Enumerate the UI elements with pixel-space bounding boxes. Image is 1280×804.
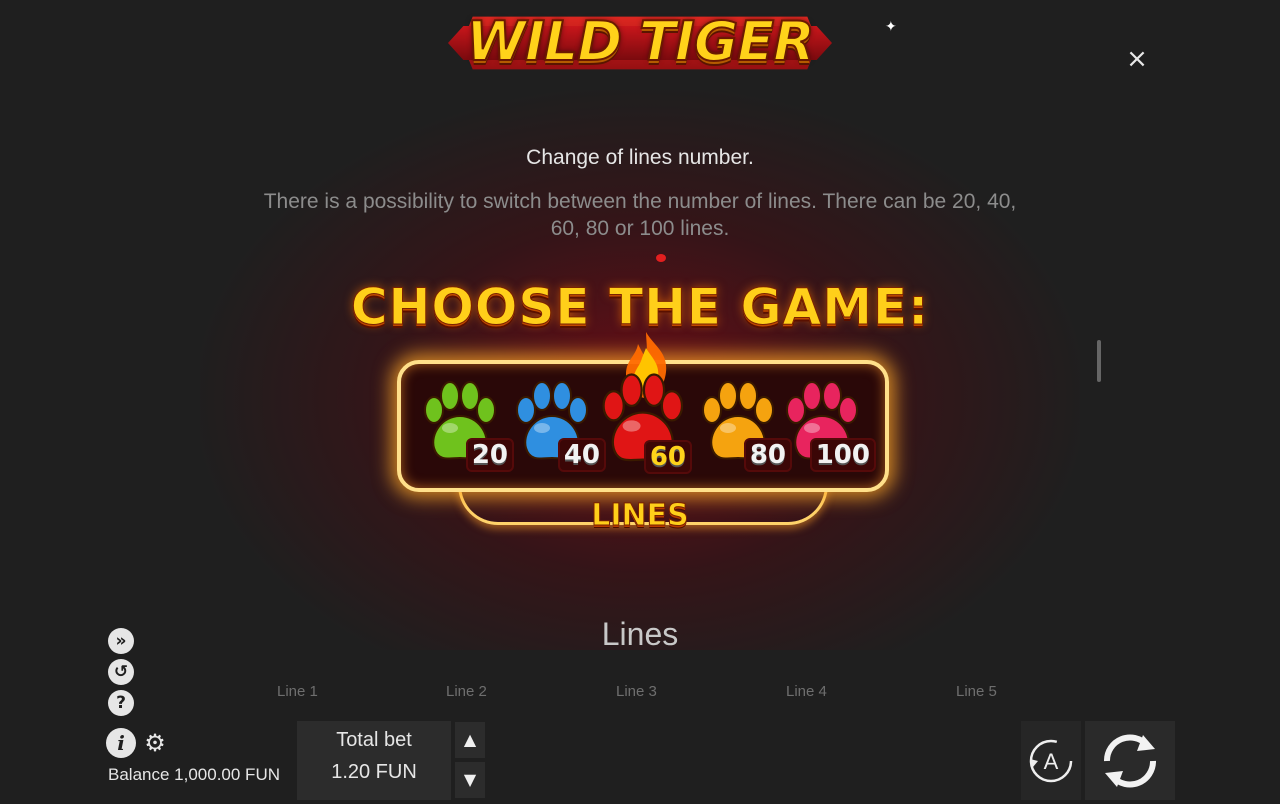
scrollbar-thumb[interactable] [1097,340,1101,382]
section-title-lines: Lines [601,616,679,652]
line-header: Line 1 [277,683,318,700]
bet-decrease-button[interactable]: ▼ [455,762,485,798]
paw-lines-value: 60 [643,440,692,474]
total-bet-label: Total bet [336,729,412,751]
close-button[interactable]: × [1124,46,1150,72]
total-bet-value: 1.20 FUN [331,761,417,783]
help-subtitle: Change of lines number. [526,146,754,169]
autoplay-button[interactable]: A [1021,721,1081,800]
gear-icon[interactable]: ⚙ [142,730,168,756]
choose-title: CHOOSE THE GAME: [350,278,930,337]
ember-decoration [656,254,666,262]
line-header: Line 2 [446,683,487,700]
turbo-icon[interactable]: » [108,628,134,654]
help-description: There is a possibility to switch between… [263,190,1017,240]
sparkle-icon: ✦ [885,19,897,35]
line-header: Line 3 [616,683,657,700]
spin-button[interactable] [1085,721,1175,800]
paw-option-60[interactable]: 60 [598,370,692,474]
paw-option-80[interactable]: 80 [698,378,792,478]
game-logo: WILD TIGER [448,4,832,82]
logo-text: WILD TIGER [465,9,815,74]
paw-option-20[interactable]: 20 [420,378,514,478]
svg-text:A: A [1044,749,1059,774]
line-header: Line 5 [956,683,997,700]
paw-option-40[interactable]: 40 [512,378,606,478]
paw-lines-value: 100 [809,438,876,472]
history-icon[interactable]: ↺ [108,659,134,685]
bet-increase-button[interactable]: ▲ [455,722,485,758]
lines-label: LINES [591,498,690,534]
line-header: Line 4 [786,683,827,700]
paw-lines-value: 20 [465,438,514,472]
info-icon[interactable]: i [106,728,136,758]
autoplay-icon: A [1029,739,1073,783]
paw-option-100[interactable]: 100 [782,378,876,478]
total-bet-box: Total bet 1.20 FUN [297,721,451,800]
help-icon[interactable]: ? [108,690,134,716]
spin-icon [1103,734,1157,788]
balance-display: Balance 1,000.00 FUN [108,765,280,784]
